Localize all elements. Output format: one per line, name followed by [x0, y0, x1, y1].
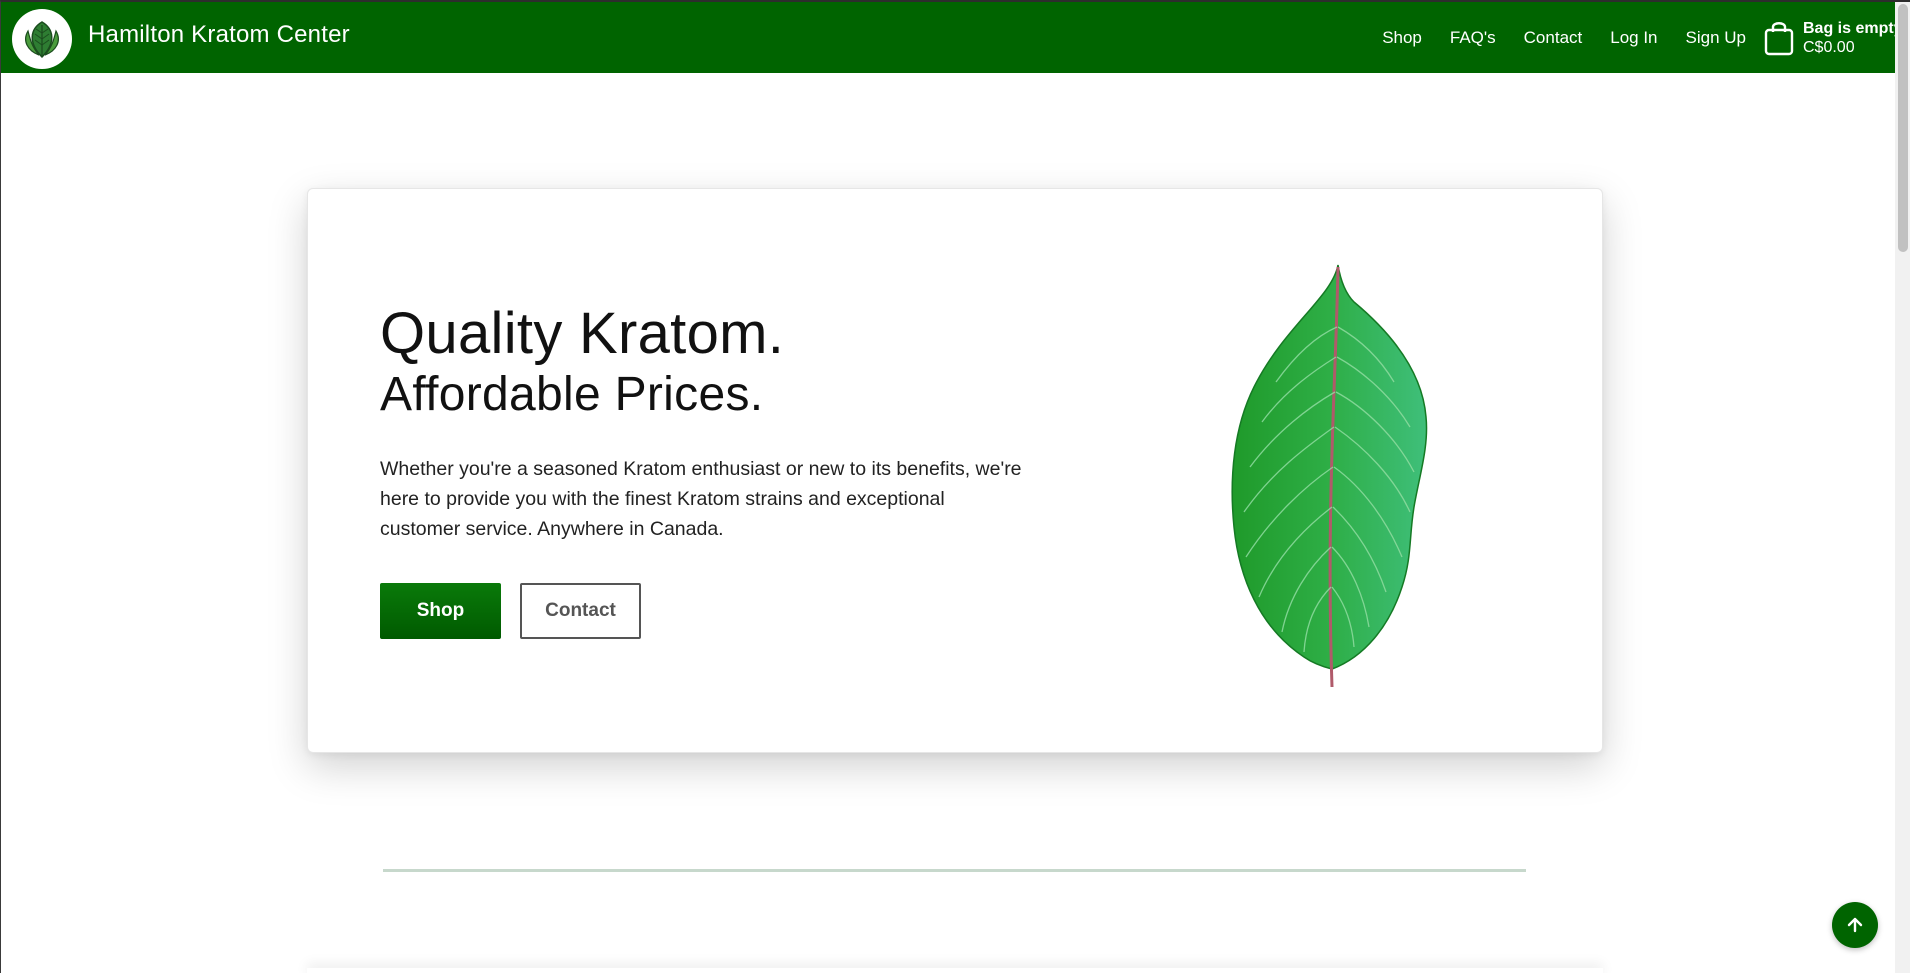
- cart-summary: Bag is empty C$0.00: [1803, 19, 1903, 57]
- hero-subtitle: Affordable Prices.: [380, 368, 764, 421]
- shop-button[interactable]: Shop: [380, 583, 501, 639]
- arrow-up-icon: [1847, 917, 1863, 933]
- logo[interactable]: [12, 9, 72, 69]
- shopping-bag-icon: [1764, 22, 1794, 56]
- nav-faqs[interactable]: FAQ's: [1450, 28, 1496, 48]
- hero-title: Quality Kratom.: [380, 301, 785, 366]
- main-nav: Shop FAQ's Contact Log In Sign Up: [1354, 2, 1746, 73]
- section-divider: [383, 869, 1526, 872]
- nav-shop[interactable]: Shop: [1382, 28, 1422, 48]
- cart-total: C$0.00: [1803, 39, 1855, 56]
- navbar: Hamilton Kratom Center Shop FAQ's Contac…: [1, 2, 1909, 73]
- nav-signup[interactable]: Sign Up: [1686, 28, 1746, 48]
- contact-button[interactable]: Contact: [520, 583, 641, 639]
- vertical-scrollbar[interactable]: [1895, 2, 1910, 973]
- next-section-edge: [307, 968, 1603, 973]
- nav-login[interactable]: Log In: [1610, 28, 1657, 48]
- hero-description: Whether you're a seasoned Kratom enthusi…: [380, 458, 1022, 540]
- leaf-logo-icon: [25, 21, 59, 59]
- kratom-leaf-image: [1231, 264, 1428, 688]
- hero-card: Quality Kratom. Affordable Prices. Wheth…: [307, 188, 1603, 753]
- cart-button[interactable]: Bag is empty C$0.00: [1764, 18, 1903, 58]
- back-to-top-button[interactable]: [1832, 902, 1878, 948]
- cart-status: Bag is empty: [1803, 20, 1903, 37]
- nav-contact[interactable]: Contact: [1524, 28, 1583, 48]
- brand-name[interactable]: Hamilton Kratom Center: [88, 21, 350, 49]
- scrollbar-thumb[interactable]: [1898, 4, 1908, 252]
- page: Hamilton Kratom Center Shop FAQ's Contac…: [0, 0, 1910, 973]
